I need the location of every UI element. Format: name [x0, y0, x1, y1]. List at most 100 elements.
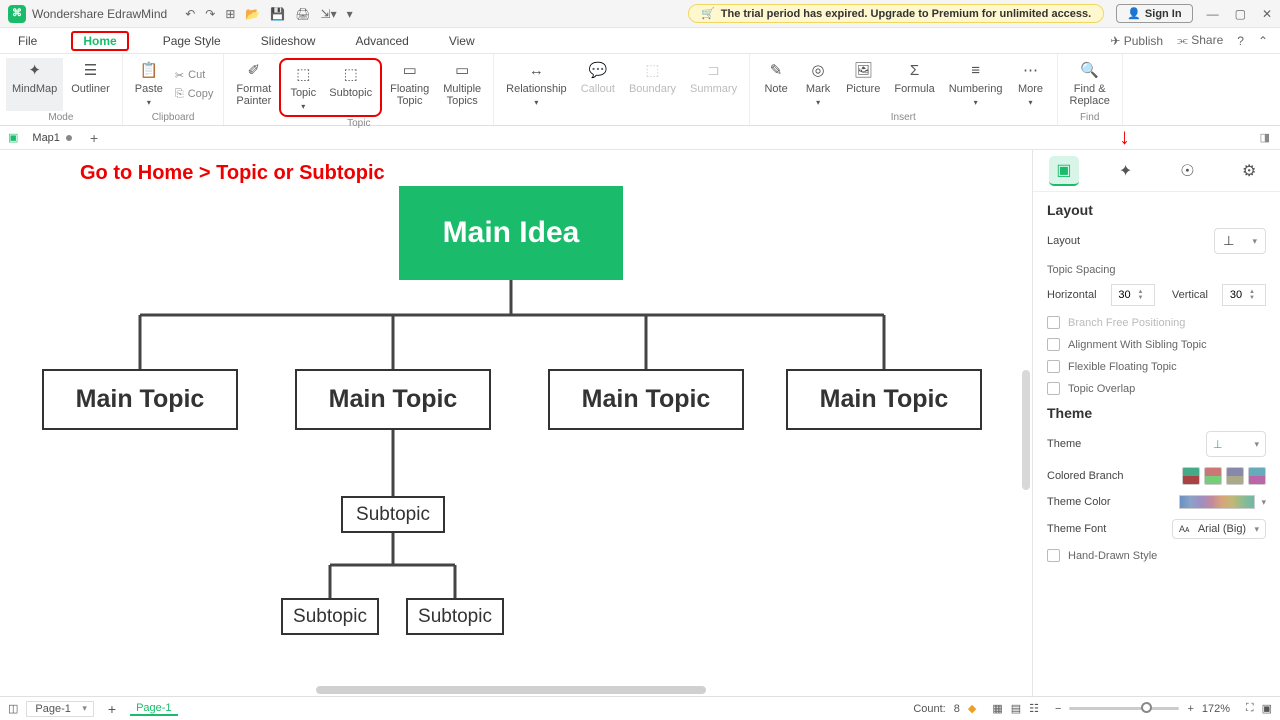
- align-sibling-checkbox[interactable]: Alignment With Sibling Topic: [1047, 338, 1266, 351]
- h-scrollbar[interactable]: [316, 686, 706, 694]
- side-panel: ↓ ▣ ✦ ☉ ⚙ Layout Layout ⊥▾ Topic Spacing…: [1032, 150, 1280, 696]
- formula-button[interactable]: ΣFormula: [888, 58, 940, 111]
- node-subtopic-2[interactable]: Subtopic: [281, 598, 379, 635]
- layout-section-title: Layout: [1047, 202, 1266, 218]
- mindmap-button[interactable]: ✦MindMap: [6, 58, 63, 111]
- theme-color-select[interactable]: ▾: [1179, 495, 1266, 509]
- pages-icon[interactable]: ◫: [8, 702, 18, 715]
- topic-subtopic-highlight: ⬚Topic▾ ⬚Subtopic: [279, 58, 382, 117]
- callout-button: 💬Callout: [575, 58, 621, 122]
- node-main-topic-4[interactable]: Main Topic: [786, 369, 982, 430]
- theme-select[interactable]: ⊥▾: [1206, 431, 1266, 457]
- redo-icon[interactable]: ↷: [205, 7, 215, 21]
- menu-view[interactable]: View: [443, 32, 481, 50]
- signin-button[interactable]: 👤 Sign In: [1116, 4, 1192, 23]
- export-icon[interactable]: ⇲▾: [321, 7, 337, 21]
- colored-branch-swatches[interactable]: [1182, 467, 1266, 485]
- new-icon[interactable]: ⊞: [225, 7, 235, 21]
- node-main-topic-3[interactable]: Main Topic: [548, 369, 744, 430]
- print-icon[interactable]: 🖨: [295, 7, 310, 21]
- find-replace-button[interactable]: 🔍Find & Replace: [1064, 58, 1116, 111]
- undo-icon[interactable]: ↶: [185, 7, 195, 21]
- close-icon[interactable]: ✕: [1262, 7, 1272, 21]
- outliner-button[interactable]: ☰Outliner: [65, 58, 116, 111]
- node-subtopic-3[interactable]: Subtopic: [406, 598, 504, 635]
- subtopic-button[interactable]: ⬚Subtopic: [323, 62, 378, 113]
- page-select[interactable]: Page-1: [26, 701, 93, 717]
- theme-font-select[interactable]: AᴀArial (Big)▾: [1172, 519, 1266, 539]
- copy-button[interactable]: ⎘ Copy: [171, 86, 218, 103]
- boundary-button: ⬚Boundary: [623, 58, 682, 122]
- overlap-checkbox[interactable]: Topic Overlap: [1047, 382, 1266, 395]
- branch-free-checkbox: Branch Free Positioning: [1047, 316, 1266, 329]
- open-icon[interactable]: 📂: [245, 7, 260, 21]
- tab-map1[interactable]: Map1: [22, 132, 82, 144]
- multiple-topics-button[interactable]: ▭Multiple Topics: [437, 58, 487, 117]
- menu-advanced[interactable]: Advanced: [349, 32, 414, 50]
- panel-tab-style[interactable]: ✦: [1111, 156, 1141, 186]
- view-mode-1-icon[interactable]: ▦: [992, 702, 1002, 715]
- publish-button[interactable]: ✈ Publish: [1110, 34, 1163, 48]
- panel-toggle-icon[interactable]: ◨: [1254, 131, 1276, 144]
- spacing-label: Topic Spacing: [1047, 264, 1266, 276]
- more-button[interactable]: ⋯More▾: [1011, 58, 1051, 111]
- node-main-topic-2[interactable]: Main Topic: [295, 369, 491, 430]
- horizontal-spinner[interactable]: ▲▼: [1111, 284, 1155, 306]
- hand-drawn-checkbox[interactable]: Hand-Drawn Style: [1047, 549, 1266, 562]
- share-button[interactable]: ⫘ Share: [1177, 33, 1223, 48]
- count-value: 8: [954, 703, 960, 715]
- page-tab[interactable]: Page-1: [130, 702, 177, 716]
- layout-select[interactable]: ⊥▾: [1214, 228, 1266, 254]
- zoom-slider[interactable]: [1069, 707, 1179, 710]
- node-main-topic-1[interactable]: Main Topic: [42, 369, 238, 430]
- panel-tab-icon[interactable]: ☉: [1172, 156, 1202, 186]
- maximize-icon[interactable]: ▢: [1235, 7, 1246, 21]
- menu-home[interactable]: Home: [71, 31, 128, 51]
- count-label: Count:: [913, 703, 945, 715]
- user-icon: 👤: [1127, 7, 1141, 20]
- fit-page-icon[interactable]: ⛶: [1246, 702, 1254, 715]
- app-logo: ⌘: [8, 5, 26, 23]
- view-mode-3-icon[interactable]: ☷: [1029, 702, 1039, 715]
- collapse-ribbon-icon[interactable]: ⌃: [1258, 34, 1268, 48]
- topic-button[interactable]: ⬚Topic▾: [283, 62, 323, 113]
- vertical-spinner[interactable]: ▲▼: [1222, 284, 1266, 306]
- topic-count-icon: ◆: [968, 702, 976, 715]
- help-icon[interactable]: ?: [1237, 34, 1244, 48]
- panel-tab-layout[interactable]: ▣: [1049, 156, 1079, 186]
- panel-tab-settings[interactable]: ⚙: [1234, 156, 1264, 186]
- numbering-button[interactable]: ≡Numbering▾: [943, 58, 1009, 111]
- v-scrollbar[interactable]: [1022, 370, 1030, 490]
- layout-label: Layout: [1047, 235, 1080, 247]
- zoom-out-button[interactable]: −: [1055, 703, 1061, 715]
- zoom-value: 172%: [1202, 703, 1238, 715]
- node-subtopic-1[interactable]: Subtopic: [341, 496, 445, 533]
- note-button[interactable]: ✎Note: [756, 58, 796, 111]
- fullscreen-icon[interactable]: ▣: [1262, 702, 1272, 715]
- cut-button[interactable]: ✂ Cut: [171, 67, 218, 84]
- zoom-in-button[interactable]: +: [1187, 703, 1193, 715]
- floating-topic-button[interactable]: ▭Floating Topic: [384, 58, 435, 117]
- add-page-button[interactable]: +: [102, 701, 122, 717]
- summary-button: ⊐Summary: [684, 58, 743, 122]
- menu-file[interactable]: File: [12, 32, 43, 50]
- menu-pagestyle[interactable]: Page Style: [157, 32, 227, 50]
- picture-button[interactable]: 🖼Picture: [840, 58, 886, 111]
- flex-float-checkbox[interactable]: Flexible Floating Topic: [1047, 360, 1266, 373]
- new-tab-button[interactable]: +: [82, 130, 106, 146]
- save-icon[interactable]: 💾: [270, 7, 285, 21]
- more-qat-icon[interactable]: ▾: [347, 7, 353, 21]
- mark-button[interactable]: ◎Mark▾: [798, 58, 838, 111]
- format-painter-button[interactable]: ✐Format Painter: [230, 58, 277, 117]
- view-mode-2-icon[interactable]: ▤: [1011, 702, 1021, 715]
- canvas[interactable]: Go to Home > Topic or Subtopic Main Idea…: [0, 150, 1032, 696]
- minimize-icon[interactable]: —: [1207, 7, 1219, 21]
- menu-slideshow[interactable]: Slideshow: [255, 32, 322, 50]
- ribbon-toolbar: ✦MindMap ☰Outliner Mode 📋Paste▾ ✂ Cut ⎘ …: [0, 54, 1280, 126]
- red-arrow-annotation: ↓: [1119, 124, 1130, 150]
- paste-button[interactable]: 📋Paste▾: [129, 58, 169, 111]
- trial-banner[interactable]: 🛒 The trial period has expired. Upgrade …: [688, 4, 1104, 23]
- cart-icon: 🛒: [701, 7, 715, 20]
- relationship-button[interactable]: ↔Relationship▾: [500, 58, 573, 122]
- node-root[interactable]: Main Idea: [399, 186, 623, 280]
